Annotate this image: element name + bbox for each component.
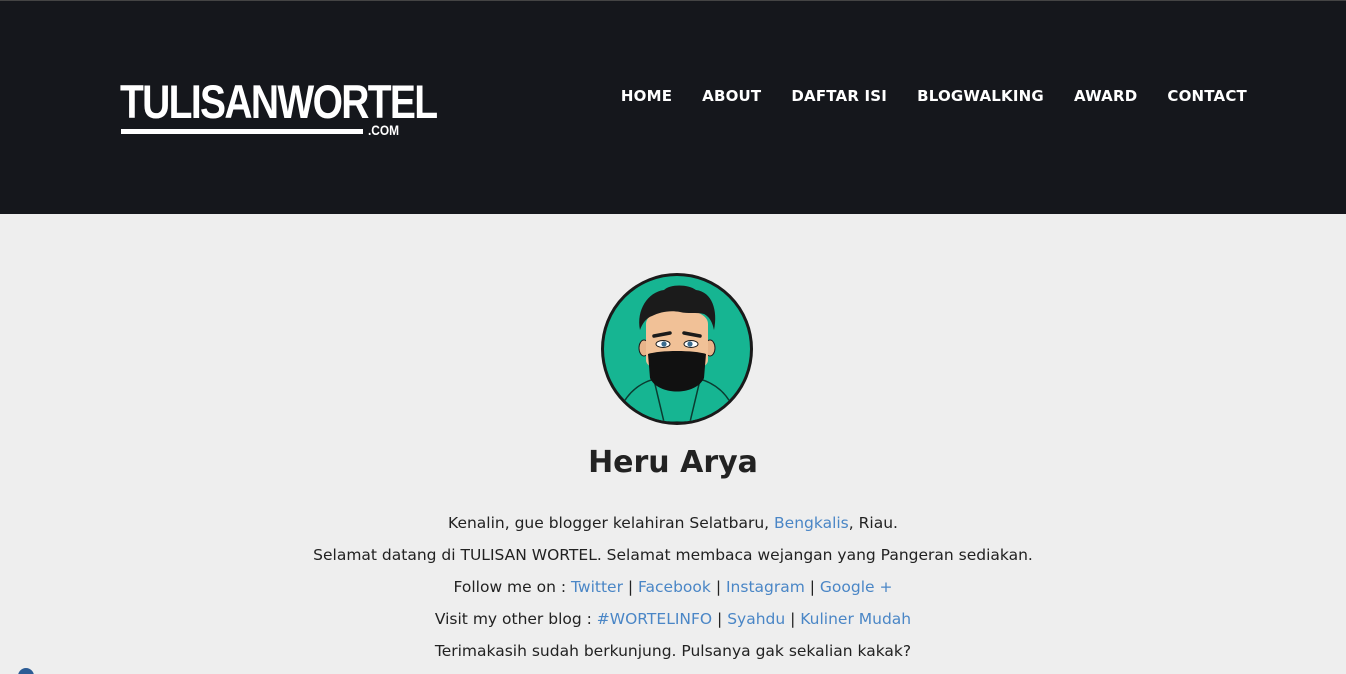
bio-line-thanks: Terimakasih sudah berkunjung. Pulsanya g… (434, 642, 912, 660)
syahdu-link[interactable]: Syahdu (727, 610, 785, 628)
nav-blogwalking[interactable]: BLOGWALKING (917, 87, 1044, 105)
floating-button[interactable] (18, 668, 34, 674)
masked-man-avatar-icon (615, 285, 739, 422)
logo-tld: .COM (368, 122, 400, 138)
bio-line-welcome: Selamat datang di TULISAN WORTEL. Selama… (313, 546, 1033, 564)
bengkalis-link[interactable]: Bengkalis (774, 514, 849, 532)
profile-name: Heru Arya (588, 445, 758, 480)
nav-contact[interactable]: CONTACT (1167, 87, 1247, 105)
nav-about[interactable]: ABOUT (702, 87, 761, 105)
bio-text: , Riau. (848, 514, 898, 532)
profile-avatar (601, 273, 753, 425)
bio-line-origin: Kenalin, gue blogger kelahiran Selatbaru… (0, 507, 1346, 539)
bio-line-social: Follow me on : Twitter | Facebook | Inst… (0, 571, 1346, 603)
separator: | (785, 610, 801, 628)
separator: | (622, 578, 639, 596)
wortelinfo-link[interactable]: #WORTELINFO (597, 610, 712, 628)
bio-line-other-blogs: Visit my other blog : #WORTELINFO | Syah… (0, 603, 1346, 635)
profile-bio: Kenalin, gue blogger kelahiran Selatbaru… (0, 507, 1346, 667)
nav-home[interactable]: HOME (621, 87, 672, 105)
kuliner-mudah-link[interactable]: Kuliner Mudah (800, 610, 911, 628)
logo-text: TULISANWORTEL (120, 75, 438, 128)
separator: | (804, 578, 820, 596)
site-logo[interactable]: TULISANWORTEL .COM (120, 77, 438, 139)
instagram-link[interactable]: Instagram (726, 578, 805, 596)
nav-award[interactable]: AWARD (1074, 87, 1137, 105)
google-plus-link[interactable]: Google + (820, 578, 893, 596)
twitter-link[interactable]: Twitter (571, 578, 623, 596)
social-prefix: Follow me on : (453, 578, 572, 596)
site-header: TULISANWORTEL .COM HOME ABOUT DAFTAR ISI… (0, 0, 1346, 214)
facebook-link[interactable]: Facebook (638, 578, 711, 596)
separator: | (712, 610, 728, 628)
bio-text: Kenalin, gue blogger kelahiran Selatbaru… (448, 514, 775, 532)
nav-daftar-isi[interactable]: DAFTAR ISI (791, 87, 887, 105)
main-nav: HOME ABOUT DAFTAR ISI BLOGWALKING AWARD … (621, 87, 1247, 105)
logo-underline (121, 129, 363, 134)
other-blog-prefix: Visit my other blog : (434, 610, 597, 628)
separator: | (710, 578, 726, 596)
